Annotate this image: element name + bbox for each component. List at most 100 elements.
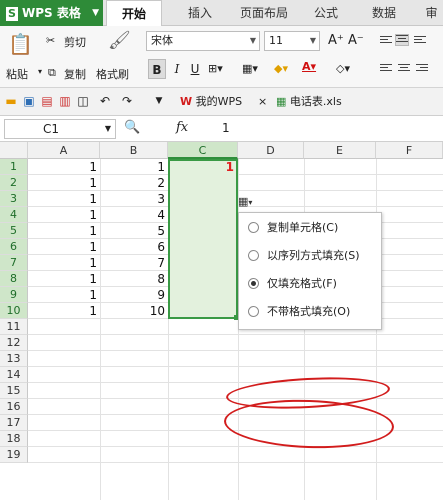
- row-header-13[interactable]: 13: [0, 351, 28, 367]
- tab-document[interactable]: ▦ 电话表.xls: [276, 92, 342, 112]
- format-painter-button[interactable]: 格式刷: [96, 66, 129, 82]
- tab-page-layout[interactable]: 页面布局: [232, 0, 296, 26]
- cell-b9[interactable]: 9: [100, 287, 168, 303]
- bold-button[interactable]: B: [148, 59, 166, 79]
- clear-format-icon[interactable]: ◇▾: [336, 62, 350, 75]
- row-header-10[interactable]: 10: [0, 303, 28, 319]
- name-box[interactable]: C1 ▼: [4, 119, 116, 139]
- formula-input[interactable]: 1: [222, 121, 230, 135]
- row-header-2[interactable]: 2: [0, 175, 28, 191]
- column-header-e[interactable]: E: [304, 142, 376, 159]
- align-bottom-icon[interactable]: [414, 36, 426, 46]
- fx-button[interactable]: fx: [176, 120, 188, 135]
- print-icon[interactable]: ▥: [58, 94, 72, 108]
- menu-item-fill-formatting-only[interactable]: 仅填充格式(F): [239, 271, 381, 297]
- save-icon[interactable]: ▣: [22, 94, 36, 108]
- cell-b8[interactable]: 8: [100, 271, 168, 287]
- row-header-19[interactable]: 19: [0, 447, 28, 463]
- menu-item-fill-without-formatting[interactable]: 不带格式填充(O): [239, 299, 381, 325]
- row-header-4[interactable]: 4: [0, 207, 28, 223]
- cell-a8[interactable]: 1: [28, 271, 100, 287]
- row-header-1[interactable]: 1: [0, 159, 28, 175]
- undo-icon[interactable]: ↶: [98, 94, 112, 108]
- row-header-11[interactable]: 11: [0, 319, 28, 335]
- row-header-18[interactable]: 18: [0, 431, 28, 447]
- cell-a9[interactable]: 1: [28, 287, 100, 303]
- column-header-d[interactable]: D: [238, 142, 304, 159]
- chevron-down-icon[interactable]: ▾: [38, 67, 42, 76]
- tab-insert[interactable]: 插入: [176, 0, 224, 26]
- copy-icon[interactable]: ⧉: [48, 66, 56, 80]
- app-menu-button[interactable]: S WPS 表格 ▼: [0, 0, 103, 26]
- row-header-8[interactable]: 8: [0, 271, 28, 287]
- tab-review[interactable]: 审: [420, 0, 443, 26]
- row-header-15[interactable]: 15: [0, 383, 28, 399]
- cell-a6[interactable]: 1: [28, 239, 100, 255]
- cell-b10[interactable]: 10: [100, 303, 168, 319]
- align-top-icon[interactable]: [380, 36, 392, 46]
- radio-button[interactable]: [248, 306, 259, 317]
- selected-range[interactable]: [168, 159, 238, 319]
- row-header-16[interactable]: 16: [0, 399, 28, 415]
- italic-button[interactable]: I: [168, 59, 186, 79]
- row-header-9[interactable]: 9: [0, 287, 28, 303]
- column-header-c[interactable]: C: [168, 142, 238, 159]
- scissors-icon[interactable]: ✂: [46, 34, 55, 47]
- cell-b6[interactable]: 6: [100, 239, 168, 255]
- cut-button[interactable]: 剪切: [64, 34, 86, 50]
- cell-a5[interactable]: 1: [28, 223, 100, 239]
- column-header-a[interactable]: A: [28, 142, 100, 159]
- paste-icon[interactable]: 📋: [8, 32, 33, 56]
- row-header-5[interactable]: 5: [0, 223, 28, 239]
- select-all-corner[interactable]: [0, 142, 28, 159]
- cell-c1[interactable]: 1: [168, 159, 234, 175]
- font-name-select[interactable]: 宋体 ▼: [146, 31, 260, 51]
- copy-button[interactable]: 复制: [64, 66, 86, 82]
- row-header-6[interactable]: 6: [0, 239, 28, 255]
- tab-formulas[interactable]: 公式: [306, 0, 346, 26]
- cell-a4[interactable]: 1: [28, 207, 100, 223]
- radio-button[interactable]: [248, 222, 259, 233]
- cell-a7[interactable]: 1: [28, 255, 100, 271]
- fill-pattern-icon[interactable]: ▦▾: [242, 62, 258, 75]
- column-header-b[interactable]: B: [100, 142, 168, 159]
- font-size-select[interactable]: 11 ▼: [264, 31, 320, 51]
- autofill-options-button[interactable]: ▦▾: [238, 194, 272, 210]
- fill-color-icon[interactable]: ◆▾: [274, 62, 288, 75]
- cell-a3[interactable]: 1: [28, 191, 100, 207]
- radio-button[interactable]: [248, 250, 259, 261]
- column-header-f[interactable]: F: [376, 142, 443, 159]
- tab-close-button[interactable]: ×: [258, 92, 267, 112]
- row-header-17[interactable]: 17: [0, 415, 28, 431]
- row-header-12[interactable]: 12: [0, 335, 28, 351]
- cell-b7[interactable]: 7: [100, 255, 168, 271]
- tab-data[interactable]: 数据: [364, 0, 404, 26]
- zoom-icon[interactable]: 🔍: [124, 120, 140, 135]
- borders-icon[interactable]: ⊞▾: [208, 62, 223, 75]
- row-header-7[interactable]: 7: [0, 255, 28, 271]
- grow-font-button[interactable]: A⁺: [328, 33, 344, 48]
- cell-a2[interactable]: 1: [28, 175, 100, 191]
- print-preview-icon[interactable]: ◫: [76, 94, 90, 108]
- shrink-font-button[interactable]: A⁻: [348, 33, 364, 48]
- menu-item-fill-series[interactable]: 以序列方式填充(S): [239, 243, 381, 269]
- menu-item-copy-cells[interactable]: 复制单元格(C): [239, 215, 381, 241]
- cell-b4[interactable]: 4: [100, 207, 168, 223]
- align-middle-icon[interactable]: [395, 34, 409, 46]
- brush-icon[interactable]: 🖌: [108, 30, 131, 51]
- cell-a1[interactable]: 1: [28, 159, 100, 175]
- cell-b3[interactable]: 3: [100, 191, 168, 207]
- cell-b2[interactable]: 2: [100, 175, 168, 191]
- tab-my-wps[interactable]: W 我的WPS: [180, 92, 242, 112]
- paste-button[interactable]: 粘贴: [6, 66, 28, 82]
- chevron-down-icon[interactable]: ▼: [152, 94, 166, 108]
- radio-button-selected[interactable]: [248, 278, 259, 289]
- align-right-icon[interactable]: [416, 64, 428, 74]
- cell-b5[interactable]: 5: [100, 223, 168, 239]
- open-folder-icon[interactable]: ▬: [4, 94, 18, 108]
- row-header-14[interactable]: 14: [0, 367, 28, 383]
- cell-a10[interactable]: 1: [28, 303, 100, 319]
- cell-b1[interactable]: 1: [100, 159, 168, 175]
- row-header-3[interactable]: 3: [0, 191, 28, 207]
- tab-home[interactable]: 开始: [106, 0, 162, 27]
